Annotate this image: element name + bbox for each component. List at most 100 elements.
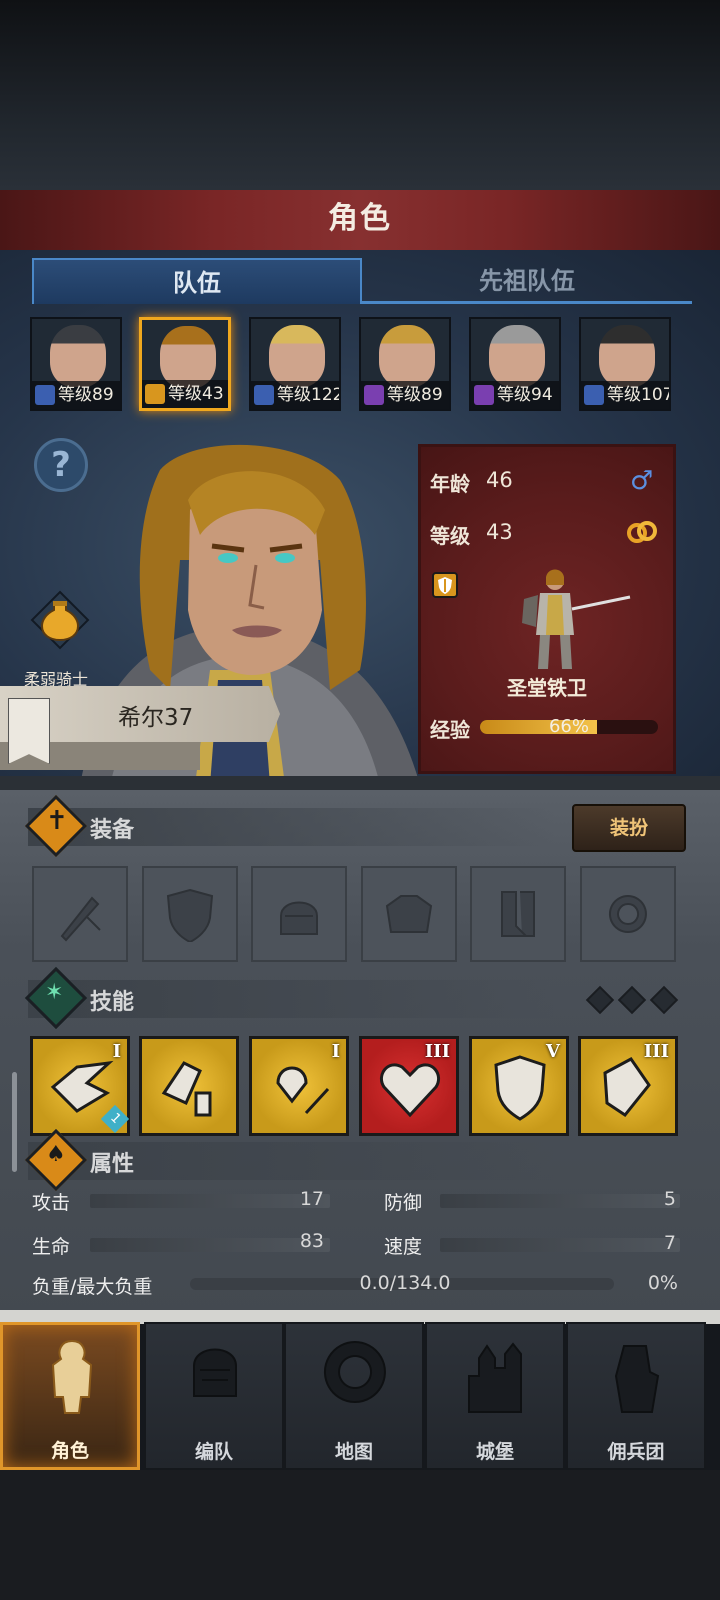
equipment-title: 装备 xyxy=(90,818,135,843)
attack-value: 17 xyxy=(299,1188,324,1210)
sword-icon xyxy=(254,385,274,405)
skill-rank: V xyxy=(546,1041,560,1062)
hp-value: 83 xyxy=(299,1230,324,1252)
nav-compass[interactable]: 地图 xyxy=(284,1322,424,1470)
speed-label: 速度 xyxy=(384,1236,423,1258)
castle-icon xyxy=(468,1342,522,1413)
level-label: 等级 xyxy=(430,524,470,548)
staff-icon xyxy=(474,385,494,405)
exp-value: 66% xyxy=(548,716,589,737)
roster-hero-4[interactable]: 等级89 xyxy=(359,317,451,411)
nav-label: 城堡 xyxy=(475,1441,514,1463)
skill-4[interactable]: III xyxy=(359,1036,459,1136)
load-label: 负重/最大负重 xyxy=(32,1276,153,1298)
heart-icon xyxy=(379,1063,441,1118)
defense-value: 5 xyxy=(663,1188,676,1210)
equipment-slot-1[interactable] xyxy=(32,866,128,962)
skill-rank: I xyxy=(331,1041,340,1062)
helmet-slot-icon xyxy=(280,901,318,935)
nav-fist-banner[interactable]: 佣兵团 xyxy=(566,1322,706,1470)
exp-label: 经验 xyxy=(430,718,470,742)
tab-team[interactable]: 队伍 xyxy=(32,258,362,304)
bottom-background xyxy=(0,1470,720,1600)
shield-icon xyxy=(145,384,165,404)
sword-icon xyxy=(35,385,55,405)
attributes-title: 属性 xyxy=(90,1152,135,1177)
roster-hero-1[interactable]: 等级89 xyxy=(30,317,122,411)
hero-face xyxy=(50,325,106,387)
hero-level: 等级89 xyxy=(58,385,114,405)
roster-hero-2[interactable]: 等级43 xyxy=(139,317,231,411)
roster-hero-6[interactable]: 等级107 xyxy=(579,317,671,411)
star-icon: ✶ xyxy=(45,980,64,1005)
role-figure-icon xyxy=(522,569,631,669)
age-value: 46 xyxy=(486,468,513,492)
top-background xyxy=(0,0,720,190)
boots-slot-icon xyxy=(501,891,535,937)
hero-face xyxy=(489,325,545,387)
skill-1[interactable]: I1 xyxy=(30,1036,130,1136)
level-value: 43 xyxy=(486,520,513,544)
hero-level: 等级122 xyxy=(277,385,341,405)
class-shield-icon xyxy=(432,572,458,598)
hp-label: 生命 xyxy=(32,1236,71,1258)
age-label: 年龄 xyxy=(430,472,470,496)
nav-castle[interactable]: 城堡 xyxy=(425,1322,565,1470)
attack-label: 攻击 xyxy=(32,1192,71,1214)
outfit-button[interactable]: 装扮 xyxy=(572,804,686,852)
ring-icon xyxy=(627,521,657,543)
shield-slot-icon xyxy=(166,888,214,942)
hero-level: 等级94 xyxy=(497,385,553,405)
tab-ancestor-team[interactable]: 先祖队伍 xyxy=(362,258,692,304)
hero-name[interactable]: 希尔37 xyxy=(118,698,193,732)
staff-icon xyxy=(364,385,384,405)
strike-icon xyxy=(50,1060,114,1113)
equipment-slot-3[interactable] xyxy=(251,866,347,962)
guard-icon xyxy=(161,1061,212,1117)
armor-slot-icon xyxy=(385,895,433,933)
helmet-icon xyxy=(193,1348,237,1397)
cross-icon: ✝ xyxy=(46,806,68,836)
equipment-slot-4[interactable] xyxy=(361,866,457,962)
skill-3[interactable]: I xyxy=(249,1036,349,1136)
flame-icon: ♠ xyxy=(46,1142,66,1167)
skills-title: 技能 xyxy=(90,990,135,1015)
skill-2[interactable] xyxy=(139,1036,239,1136)
skill-rank: I xyxy=(112,1041,121,1062)
scrollbar[interactable] xyxy=(12,1072,17,1172)
hero-level: 等级89 xyxy=(387,385,443,405)
sword-slot-icon xyxy=(60,896,101,942)
fist-banner-icon xyxy=(614,1345,660,1413)
equipment-slot-5[interactable] xyxy=(470,866,566,962)
shield-icon xyxy=(494,1055,546,1121)
nav-helmet[interactable]: 编队 xyxy=(144,1322,284,1470)
nav-label: 地图 xyxy=(334,1441,373,1463)
page-title: 角色 xyxy=(328,201,392,236)
hero-level: 等级107 xyxy=(607,385,671,405)
roster-hero-3[interactable]: 等级122 xyxy=(249,317,341,411)
hero-face xyxy=(269,325,325,387)
shield-bash-icon xyxy=(603,1057,651,1118)
skill-5[interactable]: V xyxy=(469,1036,569,1136)
hero-face xyxy=(599,325,655,387)
nav-label: 角色 xyxy=(50,1440,89,1462)
nav-label: 佣兵团 xyxy=(607,1441,665,1463)
nav-label: 编队 xyxy=(194,1441,233,1463)
ring-slot-icon xyxy=(608,895,647,933)
banner-icon[interactable] xyxy=(8,698,50,764)
knight-icon xyxy=(51,1339,93,1414)
role-name: 圣堂铁卫 xyxy=(507,676,587,700)
load-value: 0.0/134.0 xyxy=(359,1272,451,1294)
equipment-slot-6[interactable] xyxy=(580,866,676,962)
roster-hero-5[interactable]: 等级94 xyxy=(469,317,561,411)
male-icon: ♂ xyxy=(630,466,654,496)
hero-level: 等级43 xyxy=(168,384,224,404)
compass-icon xyxy=(324,1341,386,1403)
nav-knight[interactable]: 角色 xyxy=(0,1322,140,1470)
equipment-slot-2[interactable] xyxy=(142,866,238,962)
skill-rank: III xyxy=(643,1041,669,1062)
speed-value: 7 xyxy=(663,1232,676,1254)
hero-face xyxy=(379,325,435,387)
sword-icon xyxy=(584,385,604,405)
skill-6[interactable]: III xyxy=(578,1036,678,1136)
